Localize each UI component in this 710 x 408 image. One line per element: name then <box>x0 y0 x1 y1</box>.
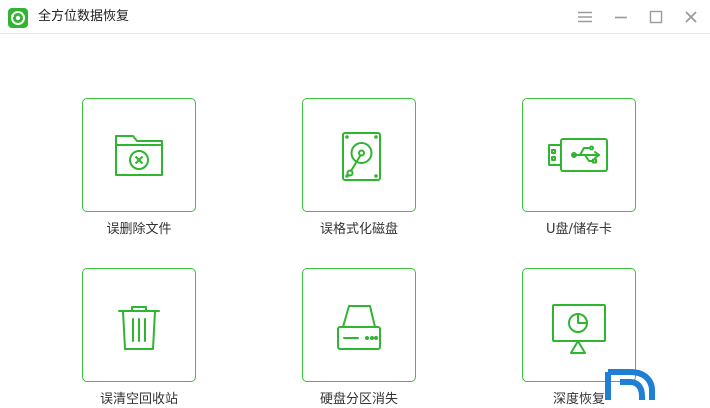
tile-label-deleted-files: 误删除文件 <box>106 222 172 237</box>
tile-formatted-disk[interactable] <box>302 98 416 212</box>
recovery-logo-icon <box>8 8 28 28</box>
minimize-icon[interactable] <box>613 9 629 25</box>
recycle-bin-icon <box>118 306 160 350</box>
hard-disk-icon <box>342 132 381 181</box>
tile-deleted-files[interactable] <box>82 98 196 212</box>
title-bar: 全方位数据恢复 <box>0 0 710 34</box>
maximize-icon[interactable] <box>648 9 664 25</box>
watermark-logo <box>600 360 670 400</box>
tile-recycle-bin[interactable] <box>82 268 196 382</box>
app-title: 全方位数据恢复 <box>38 9 130 24</box>
usb-drive-icon <box>548 138 608 172</box>
tile-usb-card[interactable] <box>522 98 636 212</box>
tile-label-recycle-bin: 误清空回收站 <box>99 392 178 407</box>
tile-label-lost-partition: 硬盘分区消失 <box>319 392 398 407</box>
disk-partition-icon <box>337 305 381 350</box>
close-icon[interactable] <box>683 9 699 25</box>
folder-delete-icon <box>115 135 163 176</box>
hamburger-menu-icon[interactable] <box>577 9 593 25</box>
app-window: 全方位数据恢复 误删除文件 误格式化磁盘 U盘/储存卡 误清空回收站 硬盘分区消… <box>0 0 710 407</box>
tile-label-formatted-disk: 误格式化磁盘 <box>319 222 398 237</box>
tile-label-usb-card: U盘/储存卡 <box>546 222 612 237</box>
tile-lost-partition[interactable] <box>302 268 416 382</box>
